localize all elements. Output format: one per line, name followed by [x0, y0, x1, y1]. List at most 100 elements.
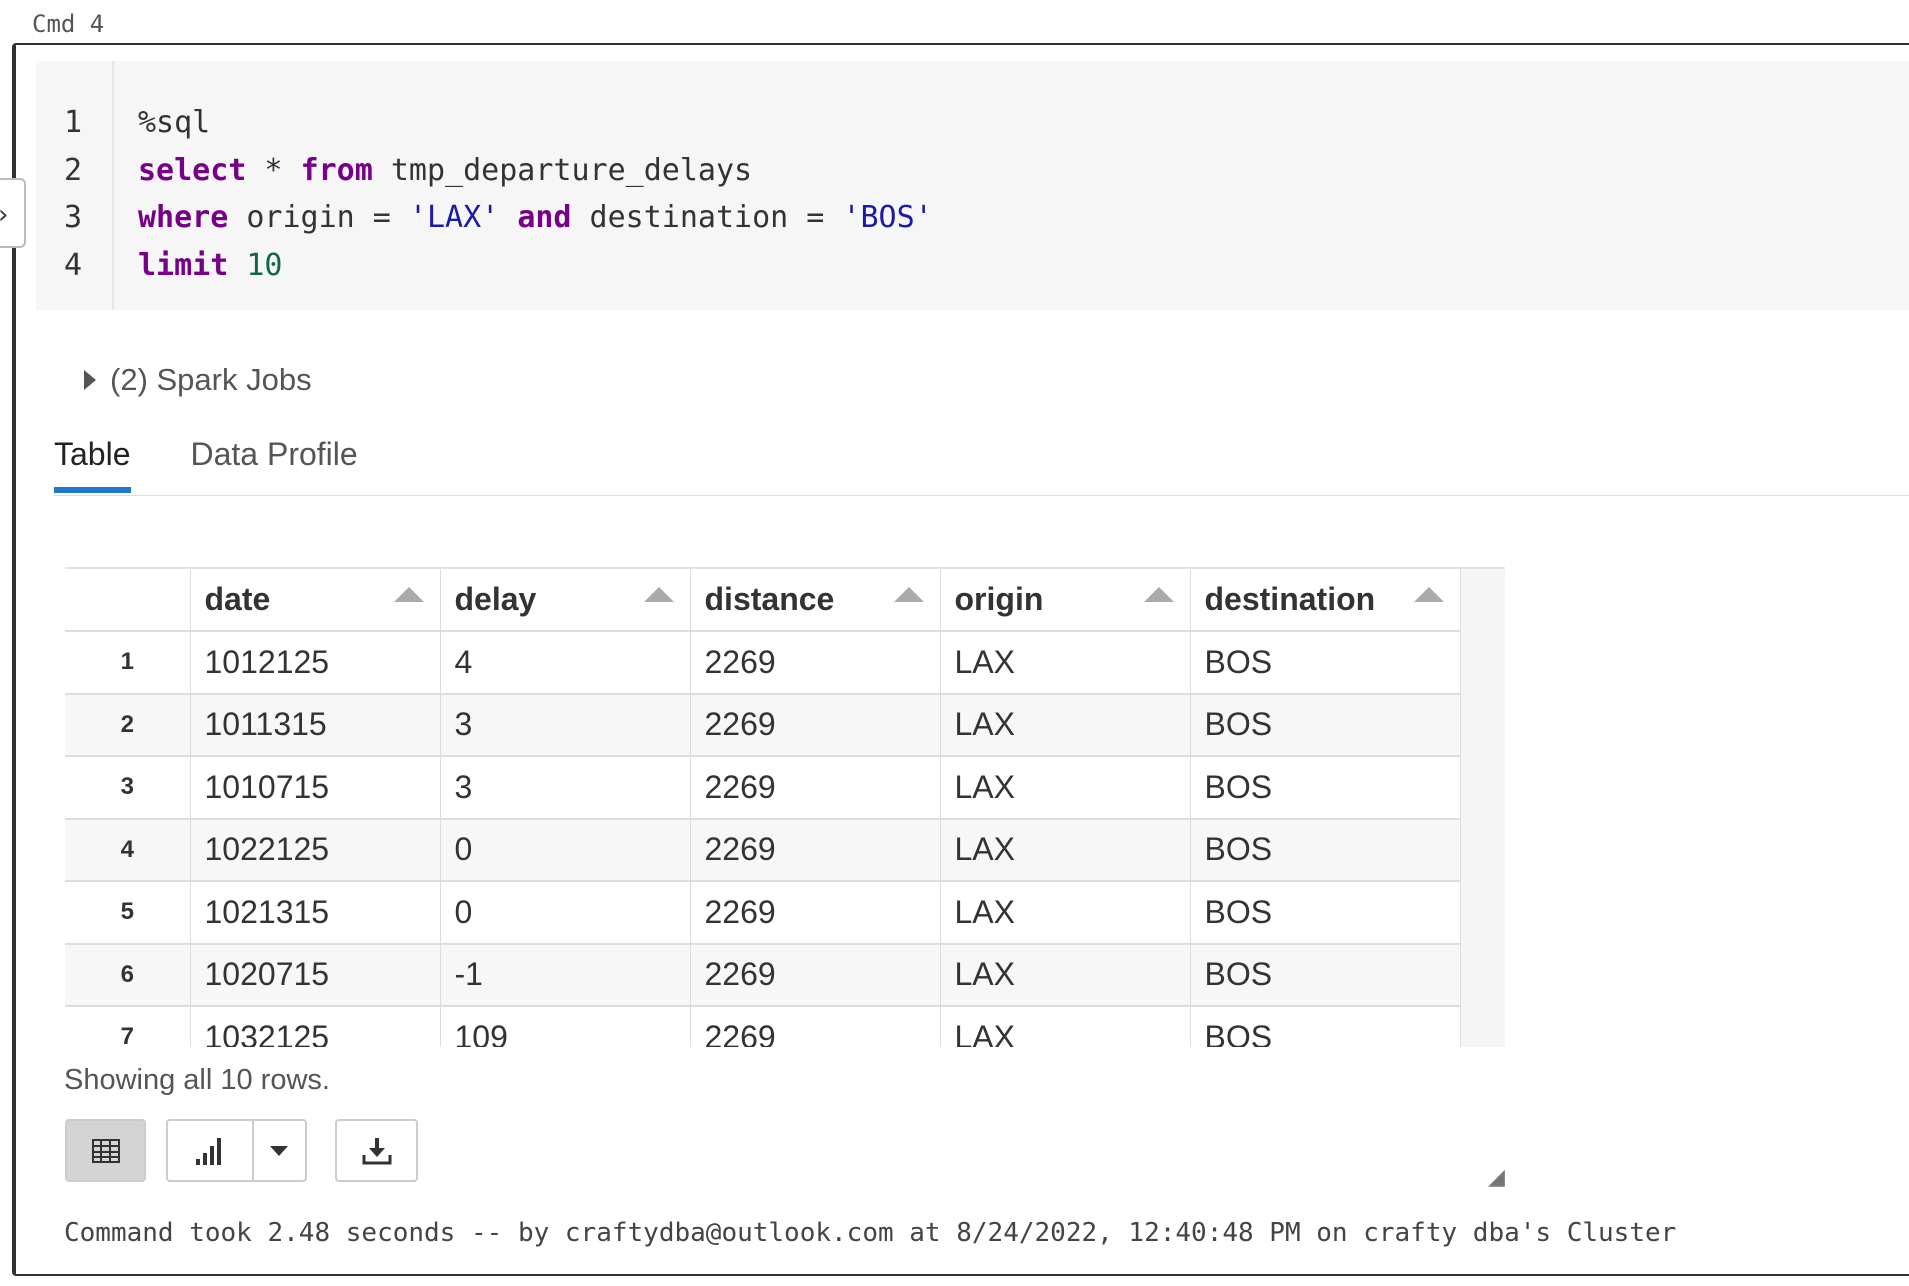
code-line: select * from tmp_departure_delays — [138, 153, 752, 188]
table-cell: 1022125 — [190, 818, 441, 882]
table-cell: 2269 — [690, 881, 941, 945]
code-text: tmp_departure_delays — [372, 152, 753, 188]
column-header-label: distance — [704, 581, 835, 617]
code-line: limit 10 — [138, 248, 283, 283]
table-row: 3 1010715 3 2269 LAX BOS — [65, 756, 1461, 820]
row-number: 3 — [65, 756, 191, 820]
table-cell: 1020715 — [190, 943, 441, 1007]
bar-chart-icon — [195, 1137, 221, 1165]
sql-keyword: limit — [138, 247, 229, 283]
table-row: 5 1021315 0 2269 LAX BOS — [65, 881, 1461, 945]
column-header-label: delay — [454, 581, 537, 617]
table-row: 2 1011315 3 2269 LAX BOS — [65, 693, 1461, 757]
chart-options-dropdown[interactable] — [254, 1121, 305, 1180]
table-cell: BOS — [1190, 693, 1461, 757]
table-cell: 1011315 — [190, 693, 441, 757]
number-literal: 10 — [246, 247, 283, 283]
results-table: date delay distance origin destination 1 1012… — [65, 569, 1461, 1047]
column-header-label: date — [204, 581, 271, 617]
results-table-container[interactable]: date delay distance origin destination 1 1012… — [65, 567, 1505, 1047]
table-cell: LAX — [940, 756, 1191, 820]
table-cell: 1010715 — [190, 756, 441, 820]
table-view-button[interactable] — [65, 1119, 146, 1182]
chart-button-group — [166, 1119, 307, 1182]
spark-jobs-toggle[interactable]: (2) Spark Jobs — [84, 362, 312, 398]
table-cell: 3 — [440, 756, 691, 820]
chevron-right-icon: › — [0, 200, 8, 230]
table-cell: BOS — [1190, 818, 1461, 882]
column-header-date[interactable]: date — [190, 569, 441, 632]
table-cell: 1032125 — [190, 1006, 441, 1047]
code-text: %sql — [138, 105, 211, 140]
line-number: 4 — [64, 247, 83, 283]
line-number: 1 — [64, 105, 83, 140]
table-cell: BOS — [1190, 1006, 1461, 1047]
code-line: %sql — [138, 105, 210, 140]
column-header-delay[interactable]: delay — [440, 569, 691, 632]
row-number: 5 — [65, 881, 191, 945]
table-icon — [91, 1138, 120, 1163]
sort-ascending-icon[interactable] — [1143, 587, 1174, 602]
result-tabs: Table Data Profile — [54, 436, 358, 493]
table-cell: 0 — [440, 818, 691, 882]
table-cell: LAX — [940, 1006, 1191, 1047]
tab-table[interactable]: Table — [54, 436, 131, 493]
sort-ascending-icon[interactable] — [393, 587, 424, 602]
row-number: 1 — [65, 631, 191, 695]
sql-keyword: where — [138, 200, 229, 235]
row-number-header — [65, 569, 191, 632]
table-cell: 4 — [440, 631, 691, 695]
table-cell: 2269 — [690, 631, 941, 695]
table-cell: 1021315 — [190, 881, 441, 945]
table-row: 4 1022125 0 2269 LAX BOS — [65, 818, 1461, 882]
row-number: 7 — [65, 1006, 191, 1047]
table-cell: 0 — [440, 881, 691, 945]
table-cell: 1012125 — [190, 631, 441, 695]
code-text: origin = — [228, 200, 409, 235]
column-header-label: destination — [1204, 581, 1376, 617]
code-line: where origin = 'LAX' and destination = '… — [138, 200, 933, 235]
table-row: 7 1032125 109 2269 LAX BOS — [65, 1006, 1461, 1047]
table-cell: BOS — [1190, 943, 1461, 1007]
code-text: * — [246, 152, 301, 188]
column-header-distance[interactable]: distance — [690, 569, 941, 632]
column-header-origin[interactable]: origin — [940, 569, 1191, 632]
tab-divider — [54, 495, 1909, 496]
sort-ascending-icon[interactable] — [1413, 587, 1444, 602]
sql-keyword: and — [517, 200, 572, 235]
caret-right-icon — [84, 370, 96, 390]
sql-keyword: select — [138, 152, 247, 188]
table-row: 6 1020715 -1 2269 LAX BOS — [65, 943, 1461, 1007]
row-number: 6 — [65, 943, 191, 1007]
code-editor[interactable]: 1 %sql 2 select * from tmp_departure_delays… — [36, 61, 1909, 310]
table-cell: BOS — [1190, 881, 1461, 945]
download-button[interactable] — [335, 1119, 418, 1182]
sort-ascending-icon[interactable] — [643, 587, 674, 602]
string-literal: 'LAX' — [408, 200, 500, 235]
table-cell: BOS — [1190, 756, 1461, 820]
table-cell: BOS — [1190, 631, 1461, 695]
row-number: 2 — [65, 693, 191, 757]
table-cell: -1 — [440, 943, 691, 1007]
resize-handle-icon[interactable]: ◢ — [1488, 1165, 1505, 1190]
table-cell: 109 — [440, 1006, 691, 1047]
table-row: 1 1012125 4 2269 LAX BOS — [65, 631, 1461, 695]
table-cell: 2269 — [690, 943, 941, 1007]
column-header-destination[interactable]: destination — [1190, 569, 1461, 632]
table-cell: LAX — [940, 693, 1191, 757]
table-cell: 2269 — [690, 818, 941, 882]
row-count-text: Showing all 10 rows. — [64, 1064, 330, 1096]
gutter-divider — [112, 61, 114, 310]
line-number: 3 — [64, 200, 83, 235]
table-cell: LAX — [940, 943, 1191, 1007]
cell-label: Cmd 4 — [32, 10, 105, 38]
tab-data-profile[interactable]: Data Profile — [191, 436, 358, 493]
table-cell: 3 — [440, 693, 691, 757]
cell-collapse-toggle[interactable]: › — [0, 178, 26, 248]
chart-view-button[interactable] — [168, 1121, 254, 1180]
sort-ascending-icon[interactable] — [893, 587, 924, 602]
table-cell: LAX — [940, 881, 1191, 945]
column-header-label: origin — [954, 581, 1044, 617]
